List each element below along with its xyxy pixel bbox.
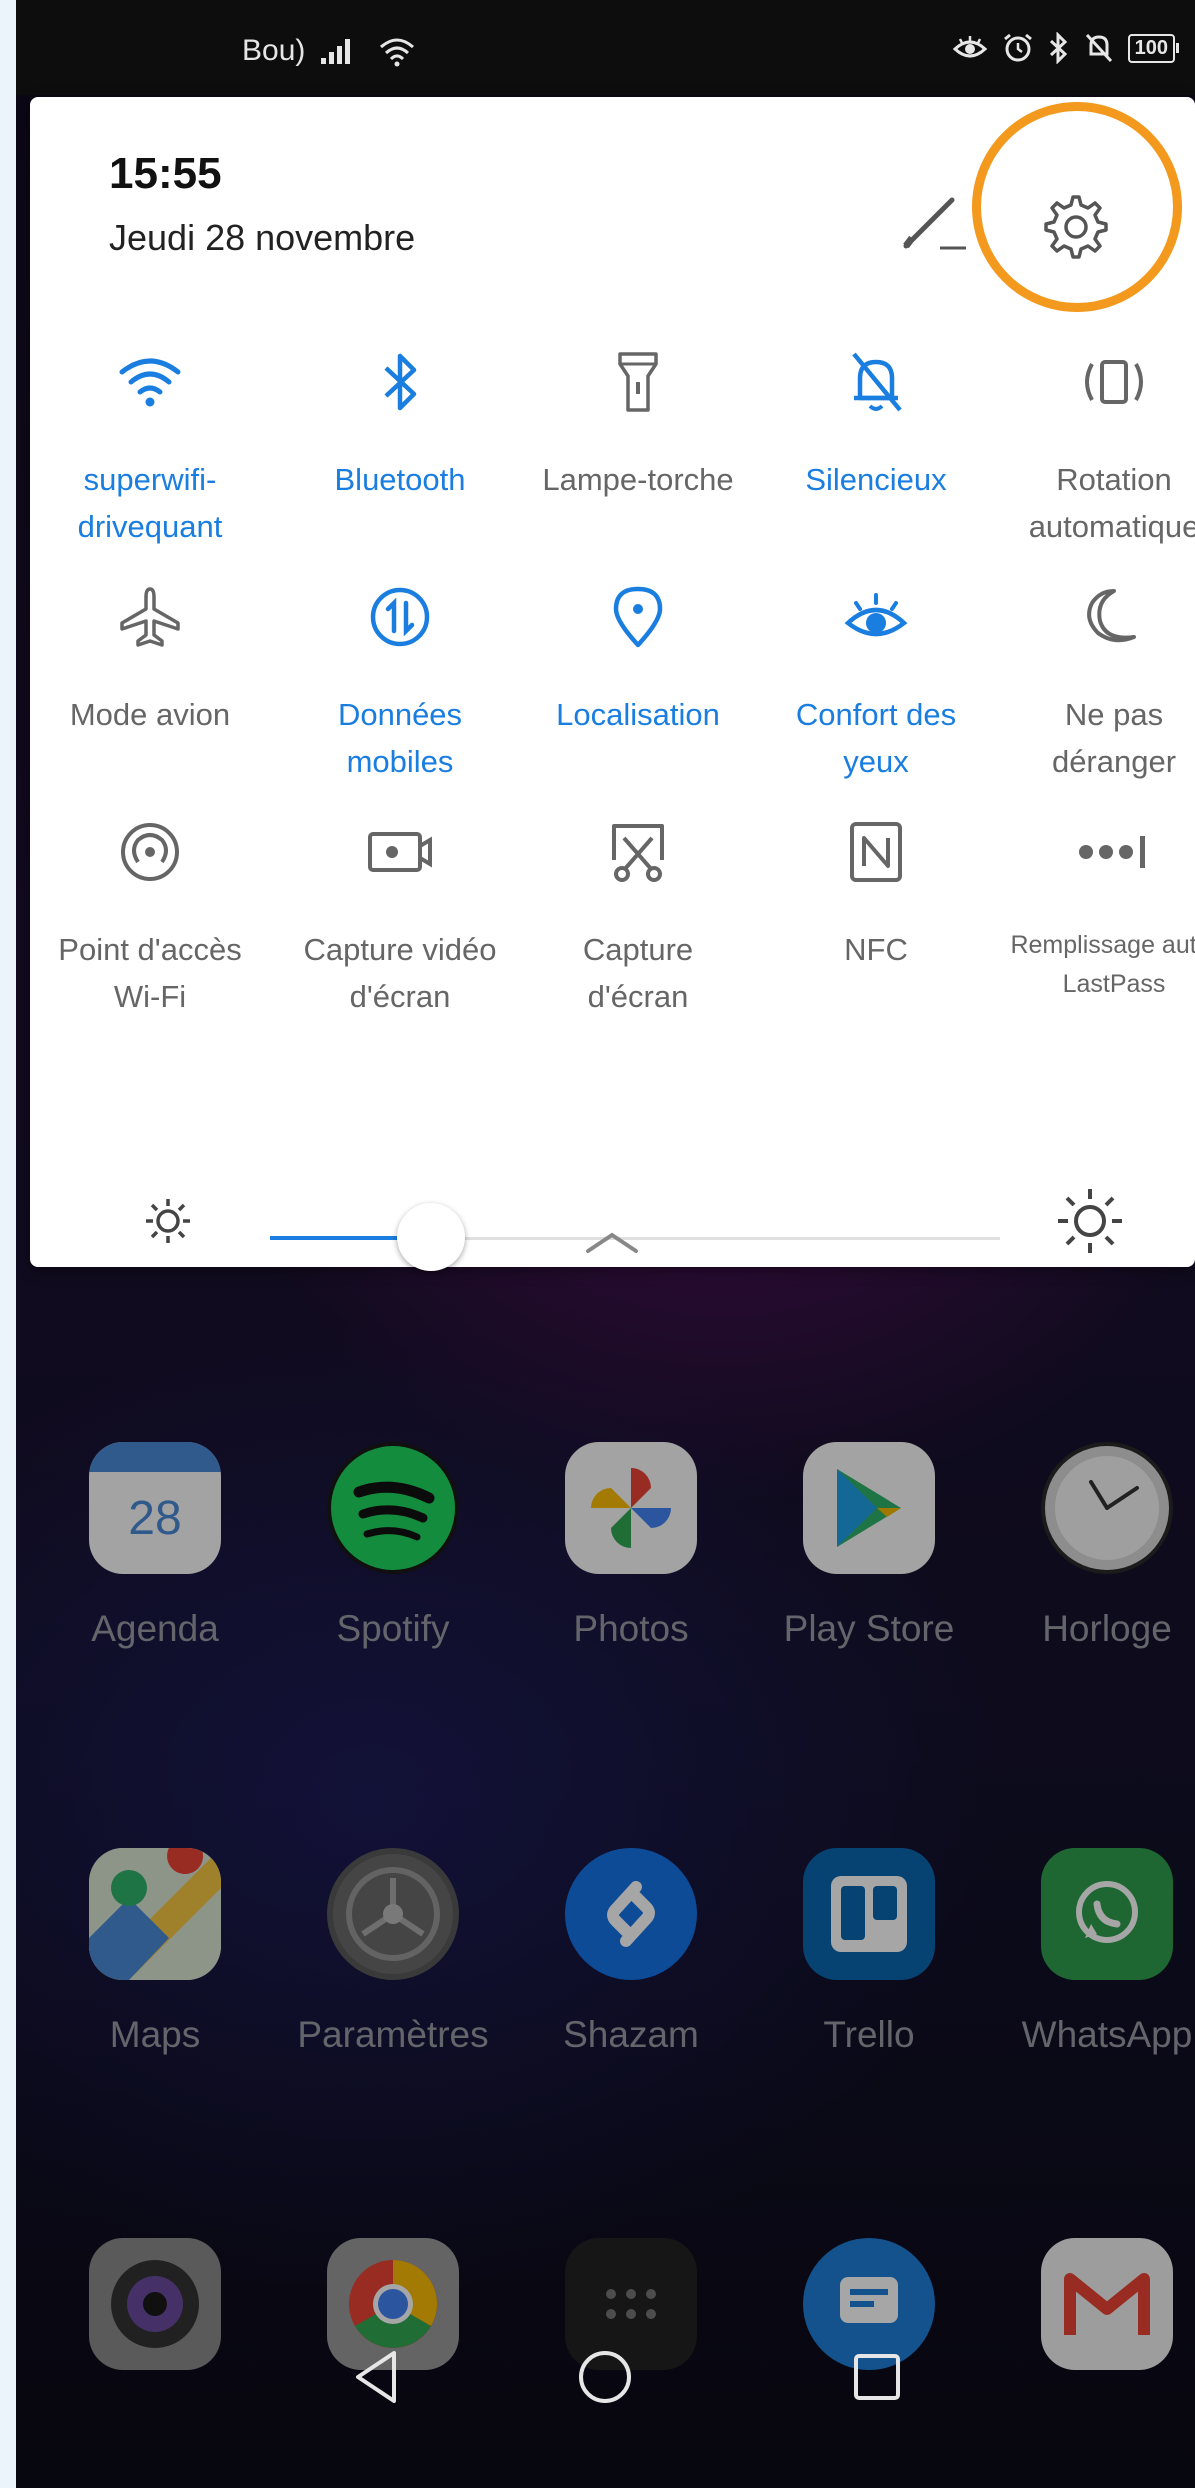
tile-label: Mode avion: [69, 697, 231, 732]
bell-off-icon: [836, 342, 916, 422]
alarm-icon: [1003, 33, 1032, 62]
tile-label: Lampe-torche: [542, 462, 734, 497]
brightness-low-icon: [146, 1199, 190, 1243]
wifi-icon: [110, 342, 190, 422]
tile-flashlight[interactable]: Lampe-torche: [518, 342, 758, 503]
recents-icon: [854, 2354, 900, 2400]
eye-comfort-icon: [836, 577, 916, 657]
tile-screenshot[interactable]: Capture d'écran: [518, 812, 758, 1020]
tile-silent[interactable]: Silencieux: [756, 342, 996, 503]
tile-label: superwifi- drivequant: [77, 462, 223, 544]
tile-do-not-disturb[interactable]: Ne pas déranger: [994, 577, 1195, 785]
settings-button[interactable]: [1016, 167, 1136, 287]
status-left: Bou): [242, 34, 417, 68]
airplane-icon: [110, 577, 190, 657]
tile-label: Rotation automatique: [1028, 462, 1195, 544]
brightness-slider-thumb[interactable]: [396, 1203, 465, 1271]
screen-record-icon: [360, 812, 440, 892]
tile-nfc[interactable]: NFC: [756, 812, 996, 973]
signal-icon: [321, 39, 351, 64]
tile-mobile-data[interactable]: Données mobiles: [280, 577, 520, 785]
battery-indicator: 100: [1127, 33, 1180, 63]
silent-status-icon: [1085, 33, 1112, 63]
carrier-name: Bou): [242, 34, 306, 67]
bluetooth-status-icon: [1049, 32, 1067, 64]
moon-icon: [1074, 577, 1154, 657]
edit-tiles-button[interactable]: [890, 179, 980, 269]
tile-label: Silencieux: [805, 462, 947, 497]
screenshot-icon: [598, 812, 678, 892]
gear-icon: [1044, 195, 1108, 259]
tile-label: Données mobiles: [337, 697, 463, 779]
edit-pencil-icon: [903, 197, 966, 250]
rotation-icon: [1074, 342, 1154, 422]
tile-bluetooth[interactable]: Bluetooth: [280, 342, 520, 503]
home-icon: [579, 2351, 631, 2403]
tile-hotspot[interactable]: Point d'accès Wi-Fi: [30, 812, 270, 1020]
nav-recents-button[interactable]: [842, 2342, 912, 2412]
tile-label: NFC: [844, 932, 908, 967]
tile-label: Capture vidéo d'écran: [303, 932, 497, 1014]
tile-wifi[interactable]: superwifi- drivequant: [30, 342, 270, 550]
nav-back-button[interactable]: [342, 2342, 412, 2412]
flashlight-icon: [598, 342, 678, 422]
tile-auto-rotate[interactable]: Rotation automatique: [994, 342, 1195, 550]
hotspot-icon: [110, 812, 190, 892]
brightness-high-icon: [1058, 1189, 1122, 1253]
tile-label: Localisation: [556, 697, 720, 732]
mobile-data-icon: [360, 577, 440, 657]
tile-eye-comfort[interactable]: Confort des yeux: [756, 577, 996, 785]
status-right: 100: [952, 32, 1180, 64]
tile-screen-record[interactable]: Capture vidéo d'écran: [280, 812, 520, 1020]
tile-label: Bluetooth: [334, 462, 466, 497]
clock-date: Jeudi 28 novembre: [109, 217, 416, 258]
autofill-icon: [1074, 812, 1154, 892]
eye-comfort-status-icon: [952, 36, 987, 58]
tile-label: Remplissage auto. LastPass: [1010, 931, 1195, 998]
tile-label: Point d'accès Wi-Fi: [58, 932, 242, 1014]
quick-settings-panel: 15:55 Jeudi 28 novembre superwifi- drive…: [30, 97, 1195, 1271]
wifi-status-icon: [380, 38, 415, 67]
collapse-chevron-up-icon[interactable]: [582, 1227, 642, 1257]
nfc-icon: [836, 812, 916, 892]
clock-time: 15:55: [109, 149, 222, 198]
tile-airplane-mode[interactable]: Mode avion: [30, 577, 270, 738]
location-pin-icon: [598, 577, 678, 657]
bluetooth-icon: [360, 342, 440, 422]
tile-label: Confort des yeux: [795, 697, 957, 779]
phone-screen: Bou) 100 28 Agenda Spotify Photos Play S…: [16, 0, 1195, 2488]
back-icon: [356, 2351, 396, 2403]
tile-autofill-lastpass[interactable]: Remplissage auto. LastPass: [994, 812, 1195, 1004]
status-bar: Bou) 100: [16, 0, 1195, 95]
tile-label: Capture d'écran: [582, 932, 694, 1014]
nav-home-button[interactable]: [570, 2342, 640, 2412]
tile-label: Ne pas déranger: [1051, 697, 1177, 779]
tile-location[interactable]: Localisation: [518, 577, 758, 738]
